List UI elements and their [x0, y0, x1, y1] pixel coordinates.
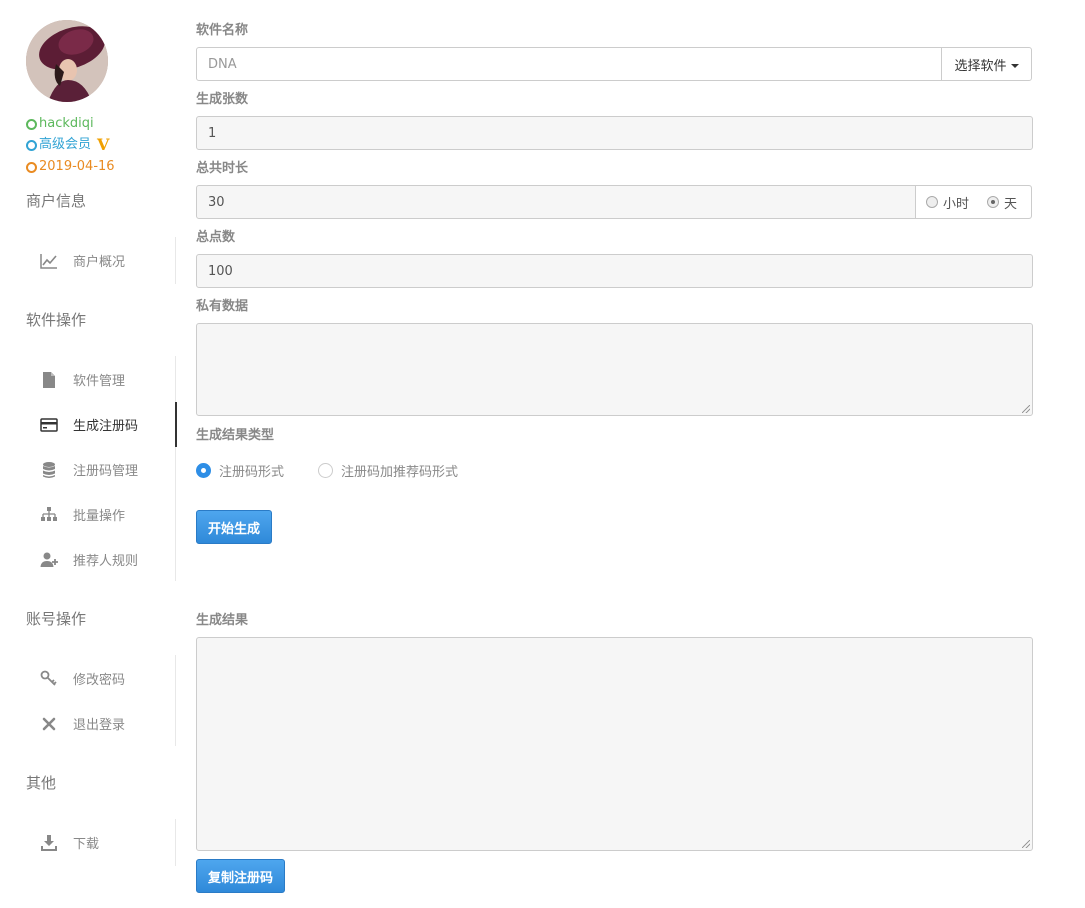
- sidebar-item-label: 退出登录: [73, 718, 126, 733]
- software-name-input[interactable]: DNA 选择软件: [196, 47, 1032, 81]
- result-textarea[interactable]: [196, 637, 1033, 851]
- sidebar-item-merchant-overview[interactable]: 商户概况: [0, 238, 176, 283]
- sidebar-item-label: 下载: [73, 837, 100, 852]
- private-data-label: 私有数据: [196, 299, 249, 314]
- status-ring-icon: [26, 161, 37, 173]
- result-type-label: 生成结果类型: [196, 428, 275, 443]
- expiry-date-text: 2019-04-16: [39, 159, 115, 174]
- points-input[interactable]: 100: [196, 254, 1033, 288]
- result-type-code-text: 注册码形式: [219, 464, 285, 480]
- database-icon: [43, 461, 55, 478]
- select-software-button[interactable]: 选择软件: [941, 48, 1031, 80]
- sidebar-item-label: 软件管理: [73, 374, 126, 389]
- duration-label: 总共时长: [196, 161, 249, 176]
- result-type-option-code-referral[interactable]: 注册码加推荐码形式: [318, 461, 459, 480]
- section-title-merchant: 商户信息: [26, 192, 87, 210]
- sidebar-item-code-management[interactable]: 注册码管理: [0, 447, 176, 492]
- select-software-text: 选择软件: [954, 58, 1007, 74]
- sitemap-icon: [41, 506, 57, 521]
- duration-unit-group: 小时 天: [915, 186, 1031, 218]
- points-label: 总点数: [196, 230, 236, 245]
- result-label: 生成结果: [196, 613, 249, 628]
- vip-icon: V: [97, 135, 110, 154]
- sidebar-item-batch-operation[interactable]: 批量操作: [0, 492, 176, 537]
- unit-day-option[interactable]: 天: [987, 193, 1017, 212]
- avatar-image: [26, 20, 108, 102]
- sidebar-item-logout[interactable]: 退出登录: [0, 701, 176, 746]
- expiry-date: 2019-04-16: [26, 158, 115, 176]
- sidebar-item-label: 修改密码: [73, 673, 126, 688]
- software-name-label: 软件名称: [196, 23, 249, 38]
- unit-day-text: 天: [1004, 196, 1018, 212]
- duration-value: 30: [208, 194, 225, 210]
- section-title-other: 其他: [26, 774, 57, 792]
- private-data-textarea[interactable]: [196, 323, 1033, 416]
- sidebar-item-generate-code[interactable]: 生成注册码: [0, 402, 177, 447]
- member-level-text: 高级会员: [39, 137, 92, 152]
- sidebar-item-label: 推荐人规则: [73, 554, 139, 569]
- sidebar-item-label: 商户概况: [73, 255, 126, 270]
- result-type-code-referral-text: 注册码加推荐码形式: [341, 464, 459, 480]
- credit-card-icon: [40, 417, 58, 432]
- sidebar-item-software-management[interactable]: 软件管理: [0, 357, 176, 402]
- status-ring-icon: [26, 139, 37, 151]
- result-type-code-radio[interactable]: [196, 462, 211, 478]
- caret-down-icon: [1010, 64, 1019, 68]
- result-type-option-code[interactable]: 注册码形式: [196, 461, 285, 480]
- unit-hour-text: 小时: [943, 196, 970, 212]
- count-label: 生成张数: [196, 92, 249, 107]
- download-icon: [41, 834, 57, 851]
- unit-day-radio[interactable]: [987, 196, 1000, 208]
- sidebar-item-label: 批量操作: [73, 509, 126, 524]
- sidebar-item-referrer-rules[interactable]: 推荐人规则: [0, 537, 176, 582]
- resize-grip-icon[interactable]: [1022, 840, 1030, 848]
- sidebar-item-download[interactable]: 下载: [0, 820, 176, 865]
- nav-group-software: 软件管理 生成注册码 注册码管理 批量操作 推荐人规则: [0, 356, 177, 582]
- file-icon: [43, 371, 55, 388]
- username: hackdiqi: [26, 115, 94, 133]
- resize-grip-icon[interactable]: [1022, 405, 1030, 413]
- software-name-value: DNA: [208, 56, 237, 72]
- sidebar: hackdiqi 高级会员 V 2019-04-16 商户信息 商户概况 软件操…: [0, 0, 180, 908]
- nav-group-account: 修改密码 退出登录: [0, 655, 176, 746]
- count-input[interactable]: 1: [196, 116, 1033, 150]
- points-value: 100: [208, 263, 233, 279]
- unit-hour-option[interactable]: 小时: [926, 193, 969, 212]
- copy-code-button[interactable]: 复制注册码: [196, 859, 286, 893]
- close-icon: [42, 717, 56, 730]
- count-value: 1: [208, 125, 217, 141]
- status-ring-icon: [26, 118, 37, 130]
- nav-group-other: 下载: [0, 819, 176, 866]
- duration-input[interactable]: 30 小时 天: [196, 185, 1032, 219]
- chart-line-icon: [40, 253, 57, 269]
- user-plus-icon: [40, 552, 58, 567]
- select-software-label: 选择软件: [944, 55, 1028, 74]
- unit-hour-radio[interactable]: [926, 196, 938, 208]
- start-generate-button[interactable]: 开始生成: [196, 510, 273, 544]
- result-type-code-referral-radio[interactable]: [318, 462, 333, 478]
- sidebar-item-label: 生成注册码: [73, 419, 139, 434]
- section-title-account: 账号操作: [26, 610, 87, 628]
- username-text: hackdiqi: [39, 116, 94, 131]
- section-title-software: 软件操作: [26, 311, 87, 329]
- nav-group-merchant: 商户概况: [0, 237, 176, 284]
- member-level: 高级会员 V: [26, 136, 109, 154]
- sidebar-item-label: 注册码管理: [73, 464, 139, 479]
- sidebar-item-change-password[interactable]: 修改密码: [0, 656, 176, 701]
- key-icon: [40, 670, 57, 686]
- avatar[interactable]: [26, 20, 108, 102]
